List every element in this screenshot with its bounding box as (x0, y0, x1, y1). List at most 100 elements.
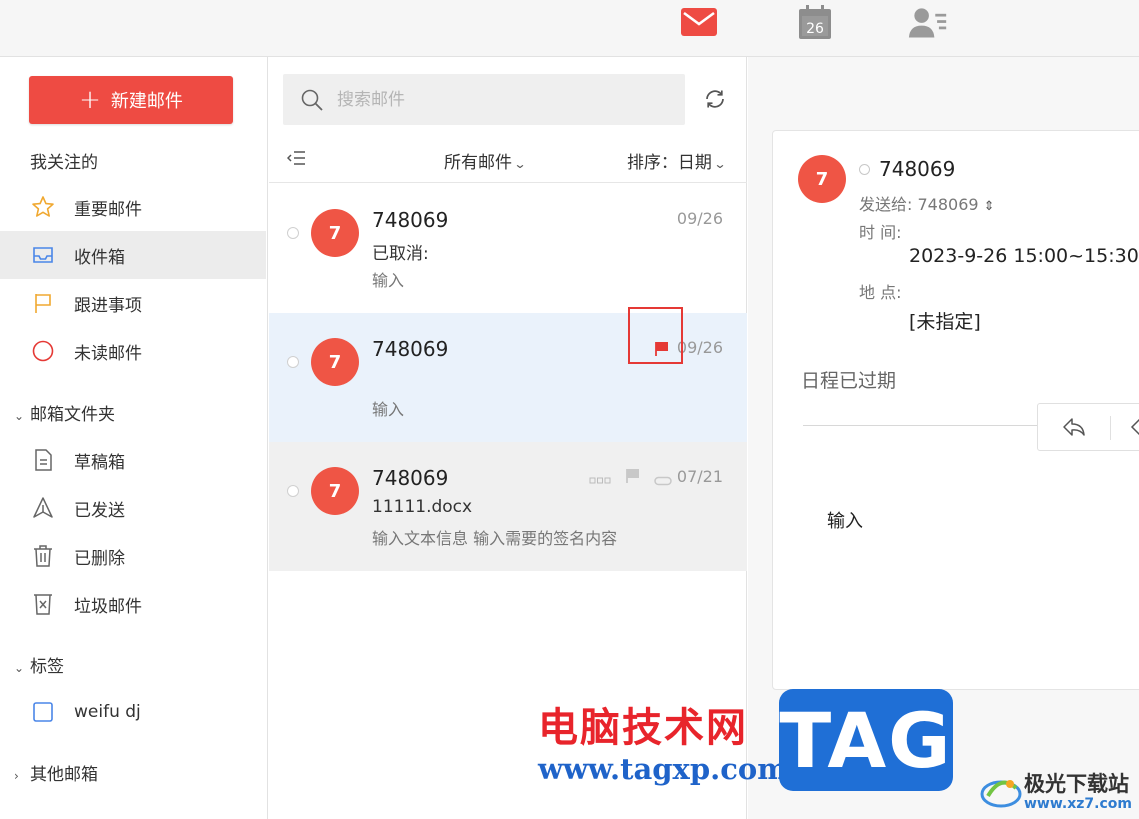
top-toolbar: 26 (0, 0, 1139, 57)
mail-preview: 输入 (372, 400, 405, 419)
expand-icon: ⇕ (983, 199, 995, 214)
sidebar-item-deleted[interactable]: 已删除 (0, 532, 266, 580)
circle-icon (30, 338, 56, 364)
sidebar-item-tag-weifu[interactable]: weifu dj (0, 688, 266, 736)
search-input[interactable] (335, 88, 665, 111)
watermark-url: www.tagxp.com (538, 752, 788, 786)
sidebar-item-label: 草稿箱 (74, 452, 125, 473)
sort-label: 排序：日期 (626, 153, 712, 173)
time-label: 时 间: (859, 223, 902, 242)
calendar-icon[interactable]: 26 (795, 4, 835, 40)
highlight-box (628, 307, 683, 364)
mail-icon[interactable] (679, 4, 719, 40)
chevron-down-icon: ⌄ (14, 661, 25, 675)
sidebar-item-important[interactable]: 重要邮件 (0, 183, 266, 231)
site-logo: 极光下载站 www.xz7.com (980, 764, 1139, 819)
aurora-logo-icon (980, 780, 1022, 808)
event-card: 7 748069 发送给: 748069 ⇕ 时 间: 2023-9-26 15… (772, 130, 1139, 690)
filter-label: 所有邮件 (444, 153, 512, 173)
mail-list-item[interactable]: 7 748069 已取消: 输入 09/26 (269, 184, 747, 313)
star-icon (30, 194, 56, 220)
sidebar-item-drafts[interactable]: 草稿箱 (0, 436, 266, 484)
place-label: 地 点: (859, 283, 902, 302)
watermark-text: 电脑技术网 (538, 705, 748, 751)
inbox-icon (30, 242, 56, 268)
recipient-label: 发送给: 748069 (859, 195, 979, 214)
new-mail-label: 新建邮件 (110, 91, 183, 112)
mail-body: 输入 (827, 511, 863, 532)
sidebar-item-label: weifu dj (74, 702, 141, 722)
other-mailbox-title: 其他邮箱 (30, 765, 98, 785)
avatar: 7 (311, 209, 359, 257)
filter-dropdown[interactable]: 所有邮件⌄ (444, 148, 527, 173)
unread-dot-icon[interactable] (287, 356, 299, 368)
sidebar-item-label: 已发送 (74, 500, 125, 521)
sidebar-item-inbox[interactable]: 收件箱 (0, 231, 266, 279)
chevron-down-icon: ⌄ (513, 157, 527, 171)
unread-dot-icon[interactable] (287, 227, 299, 239)
chevron-down-icon: ⌄ (713, 157, 727, 171)
place-value: [未指定] (909, 311, 981, 333)
sort-dropdown[interactable]: 排序：日期⌄ (626, 148, 727, 173)
more-icon[interactable] (589, 471, 611, 490)
plus-icon: + (79, 85, 101, 115)
sidebar-item-unread[interactable]: 未读邮件 (0, 327, 266, 375)
new-mail-button[interactable]: + 新建邮件 (29, 76, 233, 124)
following-section-title: 我关注的 (30, 153, 98, 173)
tags-section-title: 标签 (30, 657, 64, 677)
search-box[interactable] (283, 74, 685, 125)
collapse-list-icon[interactable] (286, 149, 307, 172)
mail-preview: 输入文本信息 输入需要的签名内容 (372, 529, 618, 548)
contacts-icon[interactable] (908, 4, 948, 40)
mail-sender: 748069 (372, 466, 449, 490)
sidebar-item-label: 重要邮件 (74, 199, 142, 220)
sidebar-item-label: 未读邮件 (74, 343, 142, 364)
reply-all-icon[interactable] (1130, 416, 1139, 442)
folders-section-toggle[interactable]: ⌄ 邮箱文件夹 (14, 400, 115, 425)
mail-preview: 输入 (372, 271, 405, 290)
search-icon (301, 89, 323, 111)
avatar: 7 (311, 467, 359, 515)
sent-icon (30, 495, 56, 521)
folders-section-title: 邮箱文件夹 (30, 405, 115, 425)
sidebar-item-label: 已删除 (74, 548, 125, 569)
sidebar-item-spam[interactable]: 垃圾邮件 (0, 580, 266, 628)
flag-icon (30, 290, 56, 316)
action-toolbar (1037, 403, 1139, 451)
status-ring-icon (859, 164, 870, 175)
tags-section-toggle[interactable]: ⌄ 标签 (14, 652, 64, 677)
sidebar: + 新建邮件 我关注的 重要邮件 收件箱 跟进事项 未读邮件 ⌄ 邮箱文件夹 草稿… (0, 57, 268, 819)
sidebar-item-label: 收件箱 (74, 247, 125, 268)
tag-checkbox-icon (30, 699, 56, 725)
divider (803, 425, 1043, 426)
sidebar-item-label: 垃圾邮件 (74, 596, 142, 617)
sidebar-item-followup[interactable]: 跟进事项 (0, 279, 266, 327)
mail-sender: 748069 (372, 208, 449, 232)
watermark-logo: TAG (779, 689, 953, 791)
reply-icon[interactable] (1062, 416, 1086, 442)
chevron-down-icon: ⌄ (14, 409, 25, 423)
mail-date: 09/26 (676, 338, 723, 357)
sidebar-item-label: 跟进事项 (74, 295, 142, 316)
mail-subject: 11111.docx (372, 497, 473, 517)
site-url: www.xz7.com (1024, 796, 1132, 812)
recipient-toggle[interactable]: 发送给: 748069 ⇕ (859, 191, 995, 215)
mail-date: 09/26 (676, 209, 723, 228)
draft-icon (30, 447, 56, 473)
refresh-icon[interactable] (703, 87, 729, 113)
mail-from: 748069 (879, 157, 956, 181)
toolbar-separator (1110, 416, 1111, 440)
expired-notice: 日程已过期 (801, 370, 897, 392)
attachment-icon (654, 471, 672, 490)
chevron-right-icon: › (14, 769, 19, 783)
avatar: 7 (311, 338, 359, 386)
filter-bar: 所有邮件⌄ 排序：日期⌄ (269, 141, 747, 183)
other-mailbox-toggle[interactable]: › 其他邮箱 (14, 760, 98, 785)
avatar: 7 (798, 155, 846, 203)
time-value: 2023-9-26 15:00~15:30 (909, 245, 1139, 267)
sidebar-item-sent[interactable]: 已发送 (0, 484, 266, 532)
flag-icon[interactable] (626, 468, 640, 488)
site-name: 极光下载站 (1024, 772, 1129, 796)
unread-dot-icon[interactable] (287, 485, 299, 497)
mail-list-item[interactable]: 7 748069 11111.docx 输入文本信息 输入需要的签名内容 07/… (269, 442, 747, 571)
